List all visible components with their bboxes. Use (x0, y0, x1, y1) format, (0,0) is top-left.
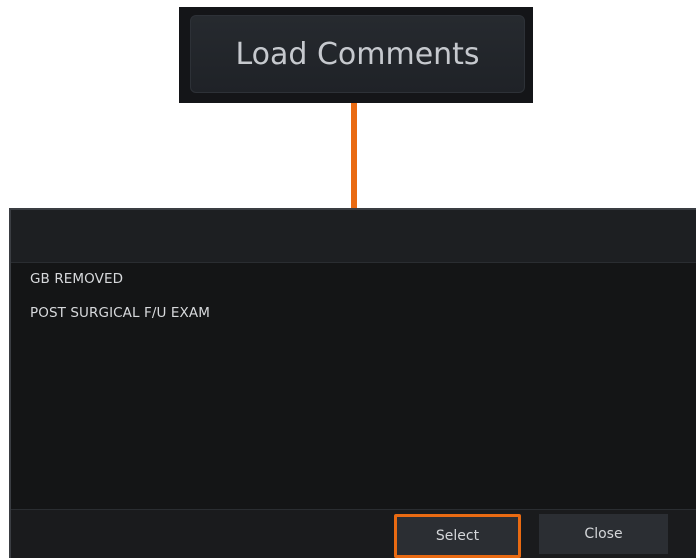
select-button[interactable]: Select (394, 514, 521, 558)
load-comments-button[interactable]: Load Comments (190, 15, 525, 93)
comment-list-item[interactable]: GB REMOVED (30, 271, 123, 287)
comment-list-item[interactable]: POST SURGICAL F/U EXAM (30, 305, 210, 321)
load-comments-dialog: GB REMOVED POST SURGICAL F/U EXAM Select… (9, 208, 696, 558)
comment-list: GB REMOVED POST SURGICAL F/U EXAM (11, 263, 696, 510)
screenshot-stage: Load Comments GB REMOVED POST SURGICAL F… (0, 0, 696, 558)
close-button[interactable]: Close (539, 514, 668, 554)
dialog-titlebar (11, 210, 696, 263)
